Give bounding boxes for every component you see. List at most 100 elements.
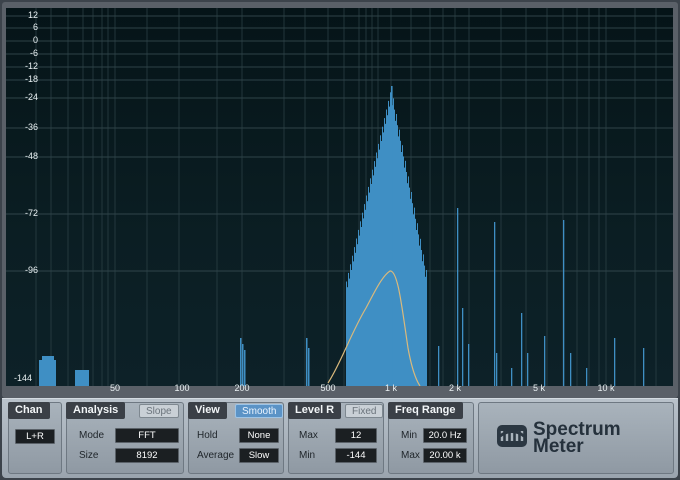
spectrum-bar (364, 204, 365, 386)
spectrum-bar (86, 370, 87, 386)
y-label-m12: -12 (24, 61, 38, 71)
slope-toggle[interactable]: Slope (139, 404, 179, 418)
spectrum-bar (401, 152, 402, 386)
spectrum-bar (374, 161, 375, 386)
spectrum-bar (402, 145, 403, 386)
level-range-title: Level R (288, 402, 342, 419)
spectrum-bar (400, 140, 401, 386)
spectrum-bar (391, 86, 393, 386)
y-label-m24: -24 (24, 92, 38, 102)
spectrum-bar (88, 370, 89, 386)
freq-min-label: Min (401, 430, 418, 441)
brand-name: Spectrum Meter (533, 420, 663, 456)
spectrum-bar (375, 166, 376, 386)
spectrum-bar (412, 203, 413, 386)
hold-label: Hold (197, 430, 218, 441)
smooth-toggle[interactable]: Smooth (235, 404, 284, 418)
level-min-field[interactable]: -144 (335, 448, 377, 463)
spectrum-bar (570, 353, 572, 386)
spectrum-bar (521, 313, 523, 386)
spectrum-bar (417, 223, 418, 386)
spectrum-bar (393, 98, 394, 386)
y-label-m48: -48 (24, 151, 38, 161)
spectrum-bar (54, 360, 55, 386)
spectrum-bar (352, 255, 353, 386)
spectrum-bar (418, 234, 419, 386)
mode-label: Mode (79, 430, 105, 441)
freq-min-field[interactable]: 20.0 Hz (423, 428, 467, 443)
spectrum-bar (39, 360, 40, 386)
spectrum-bar (358, 229, 359, 386)
spectrum-bar (79, 370, 80, 386)
spectrum-bar (348, 272, 349, 386)
spectrum-bar (244, 350, 246, 386)
mode-select[interactable]: FFT (115, 428, 179, 443)
spectrum-bar (43, 356, 44, 386)
spectrum-bar (422, 261, 423, 386)
y-label-m144: -144 (13, 373, 32, 383)
spectrum-bar (438, 346, 440, 386)
spectrum-bar (373, 175, 374, 386)
spectrum-bar (355, 252, 356, 386)
spectrum-meter-window: 12 6 0 -6 -12 -18 -24 -36 -48 -72 -96 -1… (0, 0, 680, 480)
spectrum-bar (420, 238, 421, 386)
spectrum-bar (53, 356, 54, 386)
spectrum-bar (46, 356, 47, 386)
y-label-m18: -18 (24, 74, 38, 84)
spectrum-bar (347, 287, 348, 386)
spectrum-bar (52, 356, 53, 386)
view-group: View Smooth Hold None Average Slow (188, 402, 284, 474)
spectrum-bar (360, 221, 361, 386)
spectrum-bar (55, 360, 56, 386)
spectrum-bar (44, 356, 45, 386)
spectrum-bar (379, 149, 380, 386)
control-strip: Chan L+R Analysis Slope Mode FFT Size 81… (2, 398, 678, 478)
spectrum-bar (544, 336, 546, 386)
spectrum-bar (419, 245, 420, 386)
analysis-title: Analysis (66, 402, 126, 419)
view-title: View (188, 402, 227, 419)
fixed-toggle[interactable]: Fixed (345, 404, 384, 418)
spectrum-bar (416, 230, 417, 386)
channel-select[interactable]: L+R (15, 429, 55, 444)
spectrum-bar (405, 160, 406, 386)
spectrum-bar (386, 109, 387, 386)
x-label-100: 100 (174, 383, 190, 393)
size-label: Size (79, 450, 99, 461)
level-min-label: Min (299, 450, 316, 461)
spectrum-bar (359, 235, 360, 386)
spectrum-bar (41, 360, 42, 386)
x-label-50: 50 (109, 383, 121, 393)
spectrum-display-frame: 12 6 0 -6 -12 -18 -24 -36 -48 -72 -96 -1… (2, 2, 678, 398)
hold-select[interactable]: None (239, 428, 279, 443)
spectrum-bar (404, 167, 405, 386)
level-max-field[interactable]: 12 (335, 428, 377, 443)
spectrum-bar (87, 370, 88, 386)
spectrum-bar (242, 344, 244, 386)
freq-max-field[interactable]: 20.00 k (423, 448, 467, 463)
spectrum-bar (407, 183, 408, 386)
spectrum-bar (426, 270, 427, 386)
x-label-500: 500 (320, 383, 336, 393)
y-label-12: 12 (27, 10, 38, 20)
spectrum-bar (390, 92, 391, 386)
spectrum-bar (363, 218, 364, 386)
freq-range-group: Freq Range Min 20.0 Hz Max 20.00 k (388, 402, 474, 474)
spectrum-bar (47, 356, 48, 386)
spectrum-bar (81, 370, 82, 386)
average-select[interactable]: Slow (239, 448, 279, 463)
spectrum-bar (357, 244, 358, 386)
size-select[interactable]: 8192 (115, 448, 179, 463)
spectrum-bar (387, 115, 388, 386)
freq-max-label: Max (401, 450, 420, 461)
spectrum-bar (371, 184, 372, 386)
spectrum-bar (377, 158, 378, 386)
level-max-label: Max (299, 430, 318, 441)
spectrum-bar (350, 264, 351, 386)
spectrum-bar (385, 123, 386, 386)
spectrum-bar (83, 370, 84, 386)
spectrum-bar (527, 353, 529, 386)
spectrum-bar (85, 370, 86, 386)
spectrum-bar (395, 120, 396, 386)
spectrum-bar (45, 356, 46, 386)
